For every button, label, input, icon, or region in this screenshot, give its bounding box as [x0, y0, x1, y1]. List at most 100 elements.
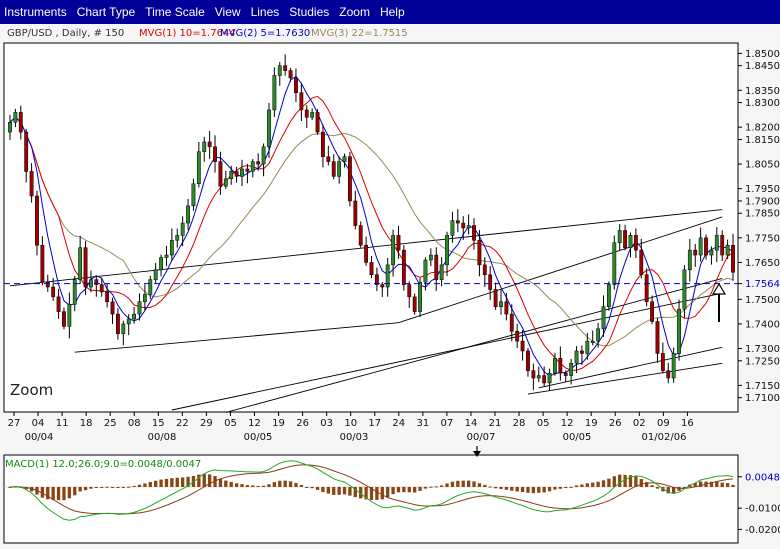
candle-body	[704, 237, 708, 256]
candle-body	[396, 235, 401, 251]
macd-histogram-bar	[337, 486, 341, 495]
candle-body	[526, 350, 530, 371]
macd-tick-label: -0.0200	[745, 525, 780, 536]
macd-histogram-bar	[493, 486, 498, 489]
macd-tick-label: -0.0100	[745, 504, 780, 515]
candle-body	[369, 262, 374, 275]
macd-histogram-bar	[585, 483, 589, 487]
candle-body	[434, 254, 439, 280]
date-tick-label: 12	[248, 418, 261, 429]
macd-histogram-bar	[73, 486, 77, 496]
candle-body	[283, 65, 288, 71]
macd-histogram-bar	[472, 481, 476, 487]
candle-body	[35, 195, 39, 246]
candle-body	[418, 281, 422, 312]
chart-area[interactable]: 1.8500 1.8450 1.8350 1.8300 1.8200 1.8150 1.80…	[0, 24, 780, 549]
candle-body	[353, 200, 358, 226]
macd-histogram-bar	[596, 481, 600, 487]
candle-body	[482, 264, 487, 275]
price-tick-label: 1.7900	[745, 196, 780, 207]
price-tick-label: 1.7300	[745, 344, 780, 355]
candle-body	[504, 301, 509, 315]
candle-body	[412, 296, 417, 312]
candle-body	[693, 249, 698, 256]
macd-histogram-bar	[116, 486, 120, 488]
price-tick-label: 1.8450	[745, 61, 780, 72]
price-tick-label: 1.8300	[745, 98, 780, 109]
macd-histogram-bar	[526, 486, 530, 493]
date-tick-label: 26	[296, 418, 309, 429]
menu-chart-type[interactable]: Chart Type	[72, 0, 140, 24]
candle-body	[574, 350, 579, 364]
candle-body	[18, 112, 23, 133]
date-tick-label: 12	[561, 418, 574, 429]
candle-body	[450, 220, 455, 236]
macd-histogram-bar	[278, 480, 282, 487]
candle-body	[148, 279, 153, 295]
macd-histogram-bar	[234, 483, 239, 487]
candle-body	[725, 244, 730, 256]
menu-instruments[interactable]: Instruments	[0, 0, 72, 24]
candle-body	[288, 70, 293, 79]
date-tick-label: 26	[609, 418, 622, 429]
date-tick-label: 24	[392, 418, 405, 429]
macd-histogram-bar	[132, 485, 136, 487]
candle-body	[391, 235, 395, 266]
candle-body	[202, 141, 207, 153]
price-panel	[3, 42, 739, 413]
macd-histogram-bar	[429, 486, 433, 488]
candle-body	[612, 242, 617, 285]
macd-histogram-bar	[537, 486, 541, 493]
mvg3-label: MVG(3) 22=1.7515	[311, 28, 408, 39]
macd-histogram-bar	[175, 477, 179, 487]
macd-histogram-bar	[256, 485, 260, 487]
menu-studies[interactable]: Studies	[284, 0, 334, 24]
candle-body	[585, 340, 590, 354]
candle-body	[45, 281, 50, 288]
chart-svg[interactable]: 1.85001.8450 1.83501.8300 1.82001.8150 1.80…	[0, 24, 780, 549]
candle-body	[596, 328, 601, 342]
candle-body	[218, 161, 223, 187]
menu-lines[interactable]: Lines	[246, 0, 285, 24]
candle-body	[99, 284, 104, 293]
month-label: 00/03	[340, 432, 369, 443]
month-label: 00/08	[148, 432, 177, 443]
menu-time-scale[interactable]: Time Scale	[140, 0, 210, 24]
candle-body	[682, 269, 687, 310]
macd-histogram-bar	[137, 484, 142, 487]
month-label: 00/07	[467, 432, 496, 443]
price-tick-label: 1.7650	[745, 258, 780, 269]
candle-body	[677, 308, 681, 354]
macd-histogram-bar	[553, 486, 557, 490]
candle-body	[24, 131, 29, 172]
macd-histogram-bar	[731, 484, 735, 487]
macd-histogram-bar	[607, 478, 611, 487]
candle-body	[698, 237, 703, 256]
candle-body	[531, 370, 536, 379]
candle-body	[137, 301, 142, 315]
candle-body	[294, 77, 298, 93]
macd-histogram-bar	[677, 486, 681, 491]
candle-body	[439, 264, 444, 280]
menu-zoom[interactable]: Zoom	[334, 0, 375, 24]
macd-histogram-bar	[450, 481, 455, 487]
candle-body	[191, 183, 196, 207]
candle-body	[261, 146, 266, 165]
date-tick-label: 07	[441, 418, 454, 429]
candle-body	[256, 161, 261, 165]
candle-body	[110, 301, 115, 315]
candle-body	[580, 350, 584, 354]
menu-help[interactable]: Help	[375, 0, 410, 24]
price-tick-label: 1.8200	[745, 123, 780, 134]
date-tick-label: 10	[344, 418, 357, 429]
macd-histogram-bar	[650, 485, 654, 487]
candle-body	[671, 353, 676, 379]
macd-histogram-bar	[170, 478, 174, 487]
macd-histogram-bar	[83, 486, 88, 491]
macd-histogram-bar	[218, 478, 223, 487]
menu-view[interactable]: View	[210, 0, 246, 24]
price-tick-label: 1.7950	[745, 184, 780, 195]
candle-body	[234, 171, 239, 177]
macd-histogram-bar	[154, 480, 158, 487]
macd-histogram-bar	[402, 486, 406, 493]
